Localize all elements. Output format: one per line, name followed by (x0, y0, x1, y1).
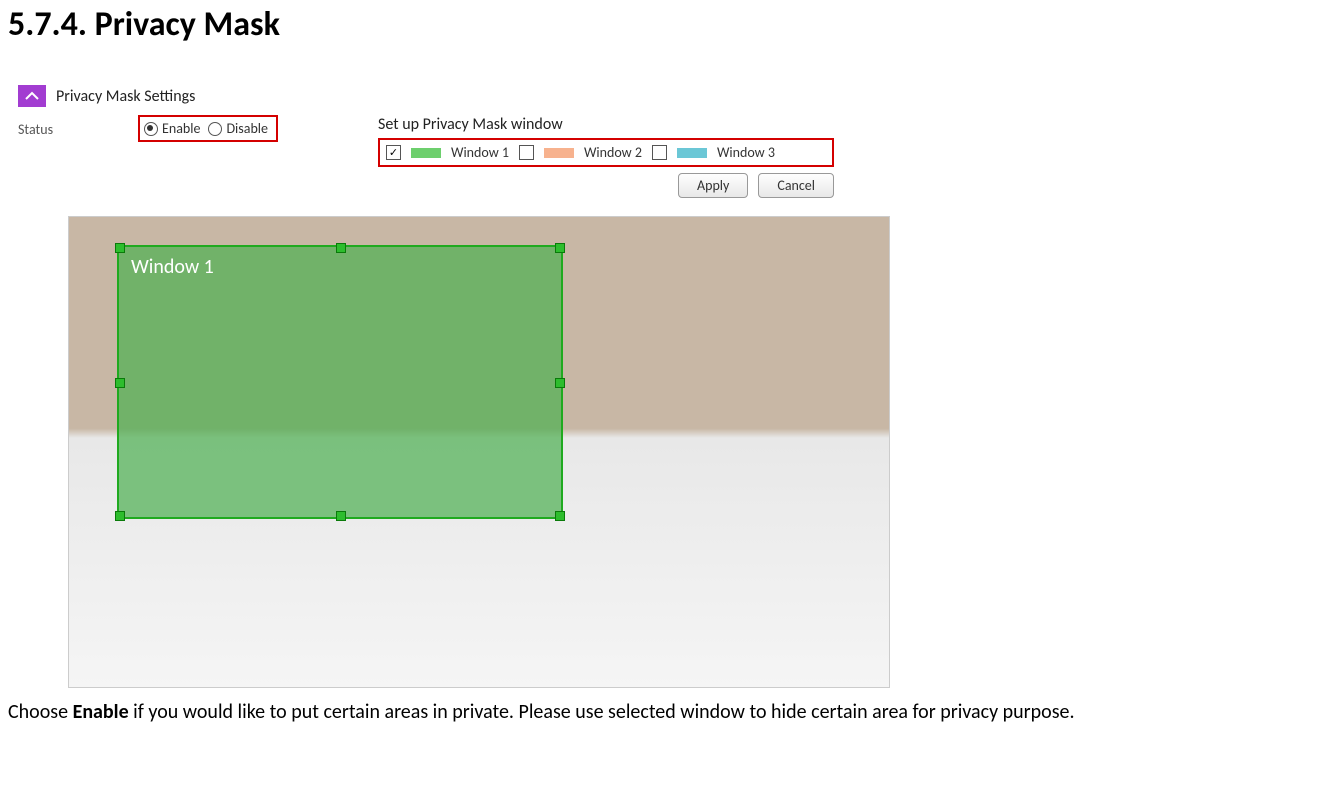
swatch-window-1 (411, 148, 441, 158)
swatch-window-3 (677, 148, 707, 158)
privacy-mask-window-1[interactable]: Window 1 (117, 245, 563, 519)
radio-disable-label: Disable (226, 120, 268, 137)
resize-handle-ne[interactable] (555, 243, 565, 253)
collapse-icon[interactable] (18, 85, 46, 107)
camera-preview[interactable]: Window 1 (68, 216, 890, 688)
caption-bold: Enable (73, 700, 129, 724)
resize-handle-se[interactable] (555, 511, 565, 521)
resize-handle-n[interactable] (336, 243, 346, 253)
resize-handle-e[interactable] (555, 378, 565, 388)
windows-selector: ✓ Window 1 Window 2 Window 3 (378, 138, 834, 167)
caption-rest: if you would like to put certain areas i… (129, 700, 1075, 724)
radio-enable[interactable] (144, 122, 158, 136)
checkbox-window-1[interactable]: ✓ (386, 145, 401, 160)
section-heading: 5.7.4. Privacy Mask (8, 4, 1308, 45)
resize-handle-nw[interactable] (115, 243, 125, 253)
radio-enable-label: Enable (162, 120, 200, 137)
checkbox-window-2[interactable] (519, 145, 534, 160)
window-1-label: Window 1 (451, 144, 509, 161)
window-3-label: Window 3 (717, 144, 775, 161)
cancel-button[interactable]: Cancel (758, 173, 834, 198)
checkbox-window-3[interactable] (652, 145, 667, 160)
caption-prefix: Choose (8, 700, 73, 724)
panel-title: Privacy Mask Settings (56, 87, 195, 106)
radio-disable[interactable] (208, 122, 222, 136)
resize-handle-w[interactable] (115, 378, 125, 388)
status-label: Status (18, 115, 138, 138)
status-radio-group: Enable Disable (138, 115, 278, 142)
privacy-mask-window-1-label: Window 1 (119, 247, 561, 287)
panel-header: Privacy Mask Settings (18, 85, 1308, 107)
apply-button[interactable]: Apply (678, 173, 748, 198)
resize-handle-s[interactable] (336, 511, 346, 521)
resize-handle-sw[interactable] (115, 511, 125, 521)
instruction-text: Choose Enable if you would like to put c… (8, 700, 1308, 724)
setup-label: Set up Privacy Mask window (378, 115, 834, 134)
swatch-window-2 (544, 148, 574, 158)
window-2-label: Window 2 (584, 144, 642, 161)
